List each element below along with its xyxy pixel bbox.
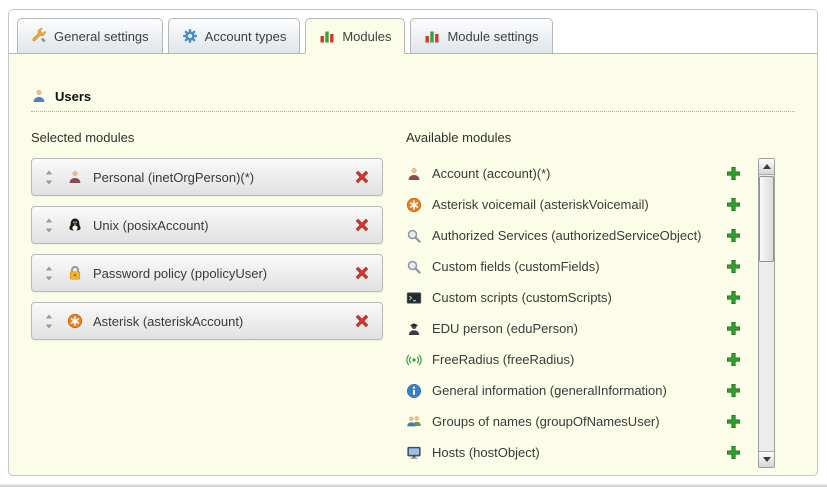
magnifier-icon: [406, 228, 422, 244]
available-module-label: Hosts (hostObject): [432, 445, 726, 460]
terminal-icon: [406, 290, 422, 306]
tools-icon: [31, 28, 47, 44]
add-icon[interactable]: [726, 228, 741, 243]
modules-panel: Users Selected modules Personal (inetOrg…: [9, 54, 817, 468]
lock-icon: [67, 265, 83, 281]
available-module-label: Account (account)(*): [432, 166, 726, 181]
selected-modules-heading: Selected modules: [31, 130, 383, 146]
asterisk-icon: [406, 197, 422, 213]
selected-module-personal[interactable]: Personal (inetOrgPerson)(*): [31, 158, 383, 196]
available-module-label: General information (generalInformation): [432, 383, 726, 398]
tab-label: Module settings: [447, 29, 538, 44]
available-module-label: Custom scripts (customScripts): [432, 290, 726, 305]
host-icon: [406, 445, 422, 461]
tab-bar: General settings Account types Modules M…: [9, 10, 817, 54]
scroll-up-arrow-icon: [763, 164, 771, 169]
asterisk-icon: [67, 313, 83, 329]
tab-modules[interactable]: Modules: [305, 18, 405, 54]
add-icon[interactable]: [726, 352, 741, 367]
edu-person-icon: [406, 321, 422, 337]
available-module-label: Authorized Services (authorizedServiceOb…: [432, 228, 726, 243]
available-module-label: EDU person (eduPerson): [432, 321, 726, 336]
available-module-label: Custom fields (customFields): [432, 259, 726, 274]
tab-general-settings[interactable]: General settings: [17, 18, 163, 53]
module-settings-icon: [424, 28, 440, 44]
add-icon[interactable]: [726, 259, 741, 274]
available-modules-heading: Available modules: [406, 130, 775, 146]
drag-handle-icon[interactable]: [44, 314, 54, 329]
radius-signal-icon: [406, 352, 422, 368]
add-icon[interactable]: [726, 414, 741, 429]
available-module-label: Asterisk voicemail (asteriskVoicemail): [432, 197, 726, 212]
delete-icon[interactable]: [354, 169, 370, 185]
available-modules-scrollbar[interactable]: [758, 158, 775, 468]
modules-icon: [319, 28, 335, 44]
selected-module-password-policy[interactable]: Password policy (ppolicyUser): [31, 254, 383, 292]
add-icon[interactable]: [726, 166, 741, 181]
users-section-header: Users: [31, 88, 795, 112]
scroll-down-arrow-icon: [763, 457, 771, 462]
available-module-custom-fields: Custom fields (customFields): [406, 251, 753, 282]
available-module-asterisk-voicemail: Asterisk voicemail (asteriskVoicemail): [406, 189, 753, 220]
add-icon[interactable]: [726, 197, 741, 212]
available-module-label: Groups of names (groupOfNamesUser): [432, 414, 726, 429]
available-modules-column: Available modules Account (account)(*) A…: [406, 130, 775, 468]
tab-label: General settings: [54, 29, 149, 44]
delete-icon[interactable]: [354, 265, 370, 281]
available-module-authorized-services: Authorized Services (authorizedServiceOb…: [406, 220, 753, 251]
available-module-account: Account (account)(*): [406, 158, 753, 189]
available-module-groups-of-names: Groups of names (groupOfNamesUser): [406, 406, 753, 437]
drag-handle-icon[interactable]: [44, 218, 54, 233]
delete-icon[interactable]: [354, 313, 370, 329]
add-icon[interactable]: [726, 383, 741, 398]
scrollbar-thumb[interactable]: [759, 176, 774, 262]
configuration-window: General settings Account types Modules M…: [8, 9, 818, 476]
section-title: Users: [55, 89, 91, 104]
module-columns: Selected modules Personal (inetOrgPerson…: [31, 130, 795, 468]
group-icon: [406, 414, 422, 430]
scroll-down-button[interactable]: [759, 451, 774, 467]
tab-account-types[interactable]: Account types: [168, 18, 301, 53]
add-icon[interactable]: [726, 321, 741, 336]
available-module-freeradius: FreeRadius (freeRadius): [406, 344, 753, 375]
selected-modules-column: Selected modules Personal (inetOrgPerson…: [31, 130, 383, 468]
available-module-general-information: General information (generalInformation): [406, 375, 753, 406]
person-icon: [67, 169, 83, 185]
selected-module-label: Unix (posixAccount): [93, 218, 354, 233]
magnifier-icon: [406, 259, 422, 275]
add-icon[interactable]: [726, 290, 741, 305]
add-icon[interactable]: [726, 445, 741, 460]
tux-icon: [67, 217, 83, 233]
drag-handle-icon[interactable]: [44, 266, 54, 281]
selected-module-asterisk[interactable]: Asterisk (asteriskAccount): [31, 302, 383, 340]
available-modules-list: Account (account)(*) Asterisk voicemail …: [406, 158, 753, 468]
available-modules-wrap: Account (account)(*) Asterisk voicemail …: [406, 158, 775, 468]
available-module-label: FreeRadius (freeRadius): [432, 352, 726, 367]
info-icon: [406, 383, 422, 399]
gear-icon: [182, 28, 198, 44]
person-icon: [406, 166, 422, 182]
selected-module-label: Password policy (ppolicyUser): [93, 266, 354, 281]
selected-module-label: Asterisk (asteriskAccount): [93, 314, 354, 329]
tab-label: Modules: [342, 29, 391, 44]
tab-label: Account types: [205, 29, 287, 44]
available-module-custom-scripts: Custom scripts (customScripts): [406, 282, 753, 313]
available-module-edu-person: EDU person (eduPerson): [406, 313, 753, 344]
delete-icon[interactable]: [354, 217, 370, 233]
scroll-up-button[interactable]: [759, 159, 774, 175]
drag-handle-icon[interactable]: [44, 170, 54, 185]
available-module-hosts: Hosts (hostObject): [406, 437, 753, 468]
tab-module-settings[interactable]: Module settings: [410, 18, 552, 53]
selected-module-unix[interactable]: Unix (posixAccount): [31, 206, 383, 244]
user-icon: [31, 88, 47, 104]
selected-module-label: Personal (inetOrgPerson)(*): [93, 170, 354, 185]
